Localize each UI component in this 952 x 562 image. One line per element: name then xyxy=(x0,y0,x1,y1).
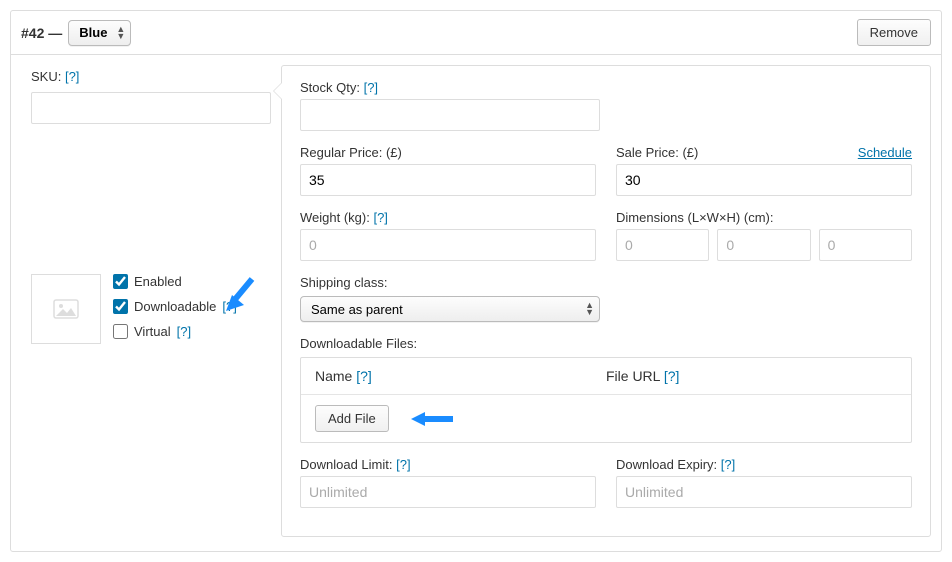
download-limit-input[interactable] xyxy=(300,476,596,508)
schedule-link[interactable]: Schedule xyxy=(858,145,912,160)
dimensions-inputs xyxy=(616,229,912,261)
sale-price-input[interactable] xyxy=(616,164,912,196)
help-icon[interactable]: [?] xyxy=(65,69,79,84)
checkbox-group: Enabled Downloadable [?] Virtual [?] xyxy=(113,274,237,349)
enabled-checkbox-row[interactable]: Enabled xyxy=(113,274,237,289)
download-limit-field: Download Limit: [?] xyxy=(300,457,596,508)
downloadable-files-field: Downloadable Files: Name [?] File URL [?… xyxy=(300,336,912,443)
weight-dim-row: Weight (kg): [?] Dimensions (L×W×H) (cm)… xyxy=(300,210,912,261)
stock-input[interactable] xyxy=(300,99,600,131)
help-icon[interactable]: [?] xyxy=(373,210,387,225)
virtual-label: Virtual xyxy=(134,324,171,339)
help-icon[interactable]: [?] xyxy=(364,80,378,95)
download-limit-row: Download Limit: [?] Download Expiry: [?] xyxy=(300,457,912,508)
add-file-button[interactable]: Add File xyxy=(315,405,389,432)
shipping-select-wrap: Same as parent ▲▼ xyxy=(300,296,600,322)
downloadable-checkbox[interactable] xyxy=(113,299,128,314)
weight-field: Weight (kg): [?] xyxy=(300,210,596,261)
weight-label: Weight (kg): [?] xyxy=(300,210,596,225)
dimensions-field: Dimensions (L×W×H) (cm): xyxy=(616,210,912,261)
annotation-arrow-icon xyxy=(224,275,258,315)
price-row: Regular Price: (£) Sale Price: (£) Sched… xyxy=(300,145,912,196)
sku-field: SKU: [?] xyxy=(31,69,261,124)
remove-button[interactable]: Remove xyxy=(857,19,931,46)
image-icon xyxy=(53,299,79,319)
sale-price-field: Sale Price: (£) Schedule xyxy=(616,145,912,196)
dl-files-table: Name [?] File URL [?] Add File xyxy=(300,357,912,443)
shipping-label: Shipping class: xyxy=(300,275,912,290)
width-input[interactable] xyxy=(717,229,810,261)
left-column: SKU: [?] Enabled Downloadable xyxy=(11,55,281,551)
sku-label: SKU: [?] xyxy=(31,69,261,84)
weight-input[interactable] xyxy=(300,229,596,261)
header-left: #42 — Blue ▲▼ xyxy=(21,20,131,46)
help-icon[interactable]: [?] xyxy=(396,457,410,472)
sku-input[interactable] xyxy=(31,92,271,124)
virtual-checkbox-row[interactable]: Virtual [?] xyxy=(113,324,237,339)
stock-field: Stock Qty: [?] xyxy=(300,80,912,131)
regular-price-label: Regular Price: (£) xyxy=(300,145,596,160)
right-column: Stock Qty: [?] Regular Price: (£) Sale P… xyxy=(281,65,931,537)
variation-id: #42 — xyxy=(21,25,62,41)
dl-col-name: Name [?] xyxy=(315,368,606,384)
variation-image-placeholder[interactable] xyxy=(31,274,101,344)
stock-label: Stock Qty: [?] xyxy=(300,80,912,95)
shipping-field: Shipping class: Same as parent ▲▼ xyxy=(300,275,912,322)
height-input[interactable] xyxy=(819,229,912,261)
enabled-checkbox[interactable] xyxy=(113,274,128,289)
length-input[interactable] xyxy=(616,229,709,261)
annotation-arrow-icon xyxy=(409,409,455,429)
dl-col-url: File URL [?] xyxy=(606,368,679,384)
attribute-select-wrap: Blue ▲▼ xyxy=(68,20,131,46)
variation-body: SKU: [?] Enabled Downloadable xyxy=(11,55,941,551)
shipping-select[interactable]: Same as parent xyxy=(300,296,600,322)
download-limit-label: Download Limit: [?] xyxy=(300,457,596,472)
download-expiry-field: Download Expiry: [?] xyxy=(616,457,912,508)
help-icon[interactable]: [?] xyxy=(356,368,372,384)
variation-header: #42 — Blue ▲▼ Remove xyxy=(11,11,941,55)
dl-files-header: Name [?] File URL [?] xyxy=(301,358,911,395)
help-icon[interactable]: [?] xyxy=(721,457,735,472)
virtual-checkbox[interactable] xyxy=(113,324,128,339)
regular-price-field: Regular Price: (£) xyxy=(300,145,596,196)
attribute-select[interactable]: Blue xyxy=(68,20,131,46)
downloadable-checkbox-row[interactable]: Downloadable [?] xyxy=(113,299,237,314)
help-icon[interactable]: [?] xyxy=(664,368,680,384)
enabled-label: Enabled xyxy=(134,274,182,289)
help-icon[interactable]: [?] xyxy=(177,324,191,339)
regular-price-input[interactable] xyxy=(300,164,596,196)
downloadable-label: Downloadable xyxy=(134,299,216,314)
download-expiry-label: Download Expiry: [?] xyxy=(616,457,912,472)
variation-panel: #42 — Blue ▲▼ Remove SKU: [?] xyxy=(10,10,942,552)
download-expiry-input[interactable] xyxy=(616,476,912,508)
dl-files-footer: Add File xyxy=(301,395,911,442)
dl-files-label: Downloadable Files: xyxy=(300,336,912,351)
dimensions-label: Dimensions (L×W×H) (cm): xyxy=(616,210,912,225)
